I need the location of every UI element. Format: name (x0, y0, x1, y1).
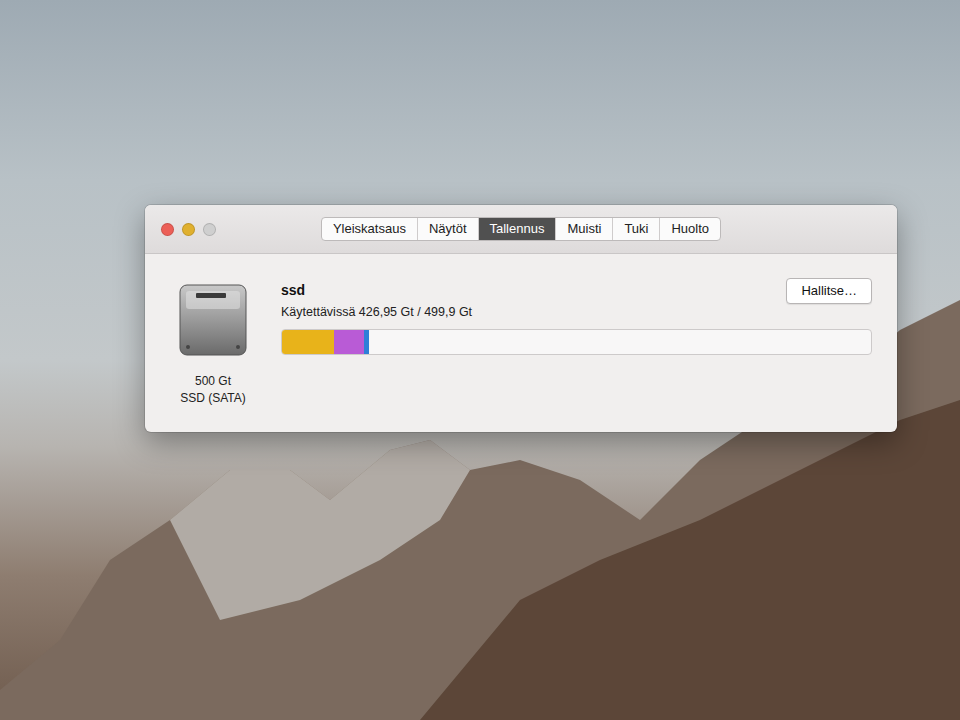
tab-label: Huolto (671, 221, 709, 236)
hard-drive-icon (178, 281, 248, 357)
minimize-button[interactable] (182, 223, 195, 236)
storage-segment (334, 330, 364, 354)
storage-segment (364, 330, 369, 354)
tab-label: Yleiskatsaus (333, 221, 406, 236)
tab[interactable]: Muisti (555, 218, 612, 240)
storage-segment-fill (334, 330, 364, 354)
zoom-button[interactable] (203, 223, 216, 236)
close-button[interactable] (161, 223, 174, 236)
disk-name: ssd (281, 281, 472, 299)
window-controls (161, 223, 216, 236)
tab-label: Muisti (567, 221, 601, 236)
tab-bar: Yleiskatsaus Näytöt Tallennus Muisti Tuki Huo… (321, 217, 721, 241)
tab-label: Näytöt (429, 221, 467, 236)
tab-label: Tuki (624, 221, 648, 236)
tab[interactable]: Huolto (659, 218, 720, 240)
tab[interactable]: Yleiskatsaus (322, 218, 417, 240)
storage-bar (281, 329, 872, 355)
disk-details: ssd Käytettävissä 426,95 Gt / 499,9 Gt H… (279, 278, 872, 408)
manage-button[interactable]: Hallitse… (786, 278, 872, 304)
storage-panel: 500 Gt SSD (SATA) ssd Käytettävissä 426,… (145, 254, 897, 432)
about-this-mac-window: Yleiskatsaus Näytöt Tallennus Muisti Tuki Huo… (145, 205, 897, 432)
storage-segment-fill (364, 330, 369, 354)
tab-label: Tallennus (490, 221, 545, 236)
disk-capacity: 500 Gt (195, 373, 231, 390)
disk-available: Käytettävissä 426,95 Gt / 499,9 Gt (281, 303, 472, 321)
disk-summary: 500 Gt SSD (SATA) (163, 278, 263, 408)
tab[interactable]: Tuki (612, 218, 659, 240)
disk-type: SSD (SATA) (180, 390, 246, 407)
title-bar: Yleiskatsaus Näytöt Tallennus Muisti Tuki Huo… (145, 205, 897, 254)
tab[interactable]: Näytöt (417, 218, 478, 240)
storage-segment (282, 330, 334, 354)
storage-segment-fill (282, 330, 334, 354)
tab[interactable]: Tallennus (478, 218, 556, 240)
